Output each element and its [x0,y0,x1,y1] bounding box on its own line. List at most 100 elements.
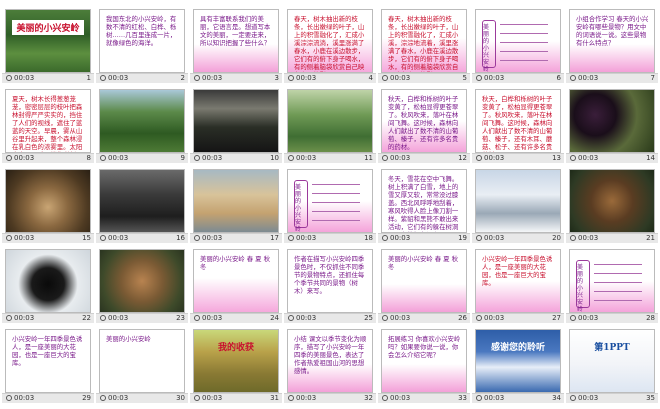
slide-info-bar: 00:03 8 [2,153,94,163]
mindmap-line [500,42,548,43]
mindmap-line [312,202,360,203]
slide-thumbnail[interactable]: 小兴安岭一年四季景色诱人，是一座美丽的大花园，也是一座巨大的宝库。 [5,329,91,393]
slide-cell[interactable]: 美丽的小兴安岭 00:03 1 [2,7,94,83]
slide-info-bar: 00:03 22 [2,313,94,323]
slide-cell[interactable]: 感谢您的聆听 00:03 34 [472,327,564,403]
slide-cell[interactable]: 小兴安岭一年四季景色诱人，是一座美丽的大花园，也是一座巨大的宝库。 00:03 29 [2,327,94,403]
slide-cell[interactable]: 00:03 21 [566,167,658,243]
slide-thumbnail[interactable]: 作者在描写小兴安岭四季景色时，不仅抓住不同季节的景物特点，还抓住每个季节共同的景… [287,249,373,313]
slide-cell[interactable]: 美丽的小兴安岭 春 夏 秋 冬 00:03 24 [190,247,282,323]
mindmap-line [594,282,642,283]
slide-thumbnail[interactable]: 小结 课文以季节变化为顺序，描写了小兴安岭一年四季的美丽景色，表达了作者热爱祖国… [287,329,373,393]
slide-thumbnail[interactable] [193,89,279,153]
timing-value: 00:03 [202,74,223,82]
slide-cell[interactable]: 秋天，白桦和栎树的叶子变黄了，松柏显得更苍翠了。秋风吹来，落叶在林间飞舞。这时候… [472,87,564,163]
slide-thumbnail[interactable]: 秋天，白桦和栎树的叶子变黄了，松柏显得更苍翠了。秋风吹来，落叶在林间飞舞。这时候… [381,89,467,153]
slide-thumbnail[interactable]: 美丽的小兴安岭 [5,9,91,73]
clock-icon [382,235,388,241]
slide-thumbnail[interactable]: 美丽的小兴安岭 春 夏 秋 冬 [381,249,467,313]
slide-cell[interactable]: 00:03 20 [472,167,564,243]
slide-thumbnail[interactable]: 美丽的小兴安岭 [99,329,185,393]
slide-thumbnail[interactable]: 美丽的小兴安岭 春 夏 秋 冬 [193,249,279,313]
slide-thumbnail[interactable]: 具有丰富联系我们的美丽，它语言是。想道写本文的美丽，一定要走来，所以知识把握了些… [193,9,279,73]
slide-text: 秋天，白桦和栎树的叶子变黄了，松柏显得更苍翠了。秋风吹来，落叶在林间飞舞。这时候… [482,95,553,152]
slide-cell[interactable]: 美丽的小兴安岭 春 夏 秋 冬 00:03 26 [378,247,470,323]
slide-thumbnail[interactable] [5,169,91,233]
slide-thumbnail[interactable] [5,249,91,313]
slide-info-bar: 00:03 3 [190,73,282,83]
slide-cell[interactable]: 美丽的小兴安岭 00:03 6 [472,7,564,83]
clock-icon [382,395,388,401]
slide-cell[interactable]: 00:03 11 [284,87,376,163]
slide-cell[interactable]: 春天，树木抽出新的枝条，长出嫩绿的叶子，山上的积雪融化了，汇成小溪淙淙流淌，溪里… [284,7,376,83]
slide-thumbnail[interactable] [569,89,655,153]
slide-thumbnail[interactable]: 第1PPT [569,329,655,393]
transition-timing: 00:03 [570,154,598,163]
slide-thumbnail[interactable] [99,169,185,233]
slide-thumbnail[interactable]: 小组合作学习 春天的小兴安岭有哪些景物？用文中的词语说一说。这些景物有什么特点？ [569,9,655,73]
slide-cell[interactable]: 00:03 9 [96,87,188,163]
timing-value: 00:03 [390,314,411,322]
slide-thumbnail[interactable]: 秋天，白桦和栎树的叶子变黄了，松柏显得更苍翠了。秋风吹来，落叶在林间飞舞。这时候… [475,89,561,153]
slide-cell[interactable]: 美丽的小兴安岭 00:03 18 [284,167,376,243]
slide-thumbnail[interactable]: 感谢您的聆听 [475,329,561,393]
slide-thumbnail[interactable] [287,89,373,153]
slide-text: 美丽的小兴安岭 春 夏 秋 冬 [388,255,458,271]
slide-text: 春天，树木抽出新的枝条，长出嫩绿的叶子，山上的积雪融化了，汇成小溪淙淙流淌，溪里… [294,15,365,72]
slide-cell[interactable]: 第1PPT 00:03 35 [566,327,658,403]
clock-icon [570,315,576,321]
slide-cell[interactable]: 00:03 16 [96,167,188,243]
slide-info-bar: 00:03 19 [378,233,470,243]
slide-cell[interactable]: 冬天，雪花在空中飞舞。树上积满了白雪，地上的雪又厚又软，常常没过膝盖。西北风呼呼… [378,167,470,243]
slide-cell[interactable]: 00:03 22 [2,247,94,323]
slide-thumbnail[interactable]: 美丽的小兴安岭 [475,9,561,73]
slide-cell[interactable]: 00:03 15 [2,167,94,243]
slide-cell[interactable]: 00:03 10 [190,87,282,163]
clock-icon [288,155,294,161]
slide-thumbnail[interactable]: 春天，树木抽出新的枝条，长出嫩绿的叶子，山上的积雪融化了，汇成小溪，淙淙地流着，… [381,9,467,73]
slide-cell[interactable]: 我国东北的小兴安岭，有数不清的红松、白桦、栎树……几百里连成一片，就像绿色的海洋… [96,7,188,83]
slide-cell[interactable]: 美丽的小兴安岭 00:03 30 [96,327,188,403]
slide-thumbnail[interactable] [99,89,185,153]
slide-cell[interactable]: 作者在描写小兴安岭四季景色时，不仅抓住不同季节的景物特点，还抓住每个季节共同的景… [284,247,376,323]
slide-cell[interactable]: 00:03 14 [566,87,658,163]
slide-thumbnail[interactable]: 春天，树木抽出新的枝条，长出嫩绿的叶子，山上的积雪融化了，汇成小溪淙淙流淌，溪里… [287,9,373,73]
transition-timing: 00:03 [100,234,128,243]
slide-thumbnail[interactable]: 拓展练习 你喜欢小兴安岭吗？如果要你说一说，你会怎么介绍它呢？ [381,329,467,393]
slide-cell[interactable]: 00:03 23 [96,247,188,323]
slide-info-bar: 00:03 14 [566,153,658,163]
slide-thumbnail[interactable]: 我的收获 [193,329,279,393]
clock-icon [570,235,576,241]
timing-value: 00:03 [108,234,129,242]
slide-cell[interactable]: 春天，树木抽出新的枝条，长出嫩绿的叶子，山上的积雪融化了，汇成小溪，淙淙地流着，… [378,7,470,83]
transition-timing: 00:03 [6,74,34,83]
slide-cell[interactable]: 具有丰富联系我们的美丽，它语言是。想道写本文的美丽，一定要走来，所以知识把握了些… [190,7,282,83]
slide-thumbnail[interactable] [99,249,185,313]
slide-cell[interactable]: 拓展练习 你喜欢小兴安岭吗？如果要你说一说，你会怎么介绍它呢？ 00:03 33 [378,327,470,403]
slide-thumbnail[interactable]: 冬天，雪花在空中飞舞。树上积满了白雪，地上的雪又厚又软，常常没过膝盖。西北风呼呼… [381,169,467,233]
slide-cell[interactable]: 夏天，树木长得葱葱茏茏，密密层层的枝叶把森林封得严严实实的，挡住了人们的视线，遮… [2,87,94,163]
slide-cell[interactable]: 我的收获 00:03 31 [190,327,282,403]
slide-number: 15 [82,234,91,242]
slide-thumbnail[interactable] [193,169,279,233]
slide-cell[interactable]: 小结 课文以季节变化为顺序，描写了小兴安岭一年四季的美丽景色，表达了作者热爱祖国… [284,327,376,403]
slide-thumbnail[interactable]: 美丽的小兴安岭 [287,169,373,233]
slide-cell[interactable]: 00:03 17 [190,167,282,243]
mindmap-line [594,264,642,265]
slide-text: 美丽的小兴安岭 [577,264,584,313]
slide-thumbnail[interactable]: 夏天，树木长得葱葱茏茏，密密层层的枝叶把森林封得严严实实的，挡住了人们的视线，遮… [5,89,91,153]
slide-thumbnail[interactable]: 我国东北的小兴安岭，有数不清的红松、白桦、栎树……几百里连成一片，就像绿色的海洋… [99,9,185,73]
slide-cell[interactable]: 小兴安岭一年四季景色诱人，是一座美丽的大花园，也是一座巨大的宝库。 00:03 27 [472,247,564,323]
slide-thumbnail[interactable] [475,169,561,233]
clock-icon [6,155,12,161]
slide-cell[interactable]: 秋天，白桦和栎树的叶子变黄了，松柏显得更苍翠了。秋风吹来，落叶在林间飞舞。这时候… [378,87,470,163]
slide-thumbnail[interactable] [569,169,655,233]
slide-thumbnail[interactable]: 小兴安岭一年四季景色诱人，是一座美丽的大花园，也是一座巨大的宝库。 [475,249,561,313]
slide-info-bar: 00:03 29 [2,393,94,403]
slide-number: 24 [270,314,279,322]
slide-text: 小结 课文以季节变化为顺序，描写了小兴安岭一年四季的美丽景色，表达了作者热爱祖国… [294,335,367,375]
slide-cell[interactable]: 小组合作学习 春天的小兴安岭有哪些景物？用文中的词语说一说。这些景物有什么特点？… [566,7,658,83]
slide-thumbnail[interactable]: 美丽的小兴安岭 [569,249,655,313]
slide-cell[interactable]: 美丽的小兴安岭 00:03 28 [566,247,658,323]
transition-timing: 00:03 [476,234,504,243]
